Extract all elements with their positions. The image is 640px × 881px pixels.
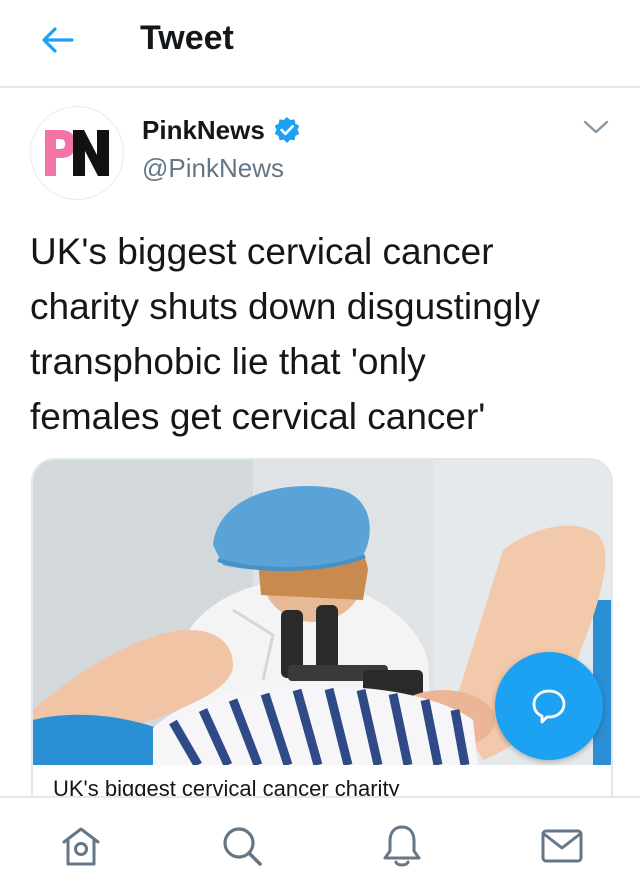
- reply-fab-button[interactable]: [495, 652, 603, 760]
- back-button[interactable]: [36, 22, 80, 58]
- nav-search[interactable]: [218, 822, 266, 870]
- nav-notifications[interactable]: [378, 822, 426, 870]
- bottom-navigation: [0, 796, 640, 881]
- nav-home[interactable]: [57, 822, 105, 870]
- author-display-name[interactable]: PinkNews: [142, 112, 301, 148]
- envelope-icon: [541, 829, 583, 863]
- tweet-detail-screen: Tweet PinkNews @PinkNews UK's biggest ce…: [0, 0, 640, 881]
- pinknews-logo: [45, 130, 109, 176]
- link-card[interactable]: UK's biggest cervical cancer charity: [31, 458, 613, 822]
- arrow-left-icon: [42, 27, 74, 53]
- bell-icon: [383, 825, 421, 867]
- top-bar: Tweet: [0, 0, 640, 88]
- author-handle[interactable]: @PinkNews: [142, 150, 284, 186]
- reply-bubble-icon: [532, 689, 566, 724]
- page-title: Tweet: [140, 19, 234, 57]
- author-name-text: PinkNews: [142, 115, 265, 145]
- chevron-down-icon: [583, 120, 609, 134]
- avatar[interactable]: [30, 106, 124, 200]
- tweet-text: UK's biggest cervical cancer charity shu…: [30, 231, 541, 437]
- more-options-button[interactable]: [578, 112, 614, 142]
- home-icon: [62, 827, 100, 866]
- search-icon: [223, 827, 262, 866]
- nav-messages[interactable]: [538, 822, 586, 870]
- verified-badge-icon: [273, 116, 301, 144]
